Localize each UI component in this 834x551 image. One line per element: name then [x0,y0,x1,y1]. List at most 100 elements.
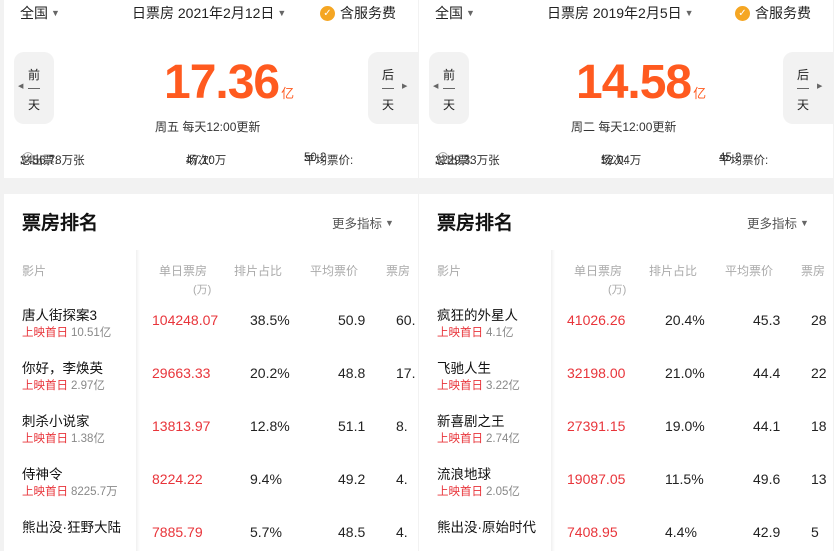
divider [443,88,455,89]
daily-box-office: 29663.33 [152,365,211,381]
box-office-share: 13 [811,471,827,487]
avg-price: 51.1 [338,418,366,434]
table-row[interactable]: 你好，李焕英 上映首日 2.97亿 29663.33 20.2% 48.8 17. [4,357,418,410]
next-day-label-bottom: 天 [796,98,809,112]
col-show-share[interactable]: 排片占比 [649,262,697,279]
release-first-day: 上映首日 3.22亿 [437,380,520,392]
table-row[interactable]: 疯狂的外星人 上映首日 4.1亿 41026.26 20.4% 45.3 28 [419,304,833,357]
col-box-office-share[interactable]: 票房 [386,262,410,279]
film-name: 侍神令 [22,467,63,482]
box-office-panel-2019: 全国 ▼ 日票房 2019年2月5日 ▼ ✓ 含服务费 前 ◀ 天 14.58 亿 周二… [419,0,833,551]
prev-day-button[interactable]: 前 ◀ 天 [429,52,469,124]
box-office-share: 4. [396,524,408,540]
avg-price: 48.8 [338,365,366,381]
avg-price: 42.9 [753,524,781,540]
divider [797,88,809,89]
col-daily-unit: (万) [193,284,212,296]
summary-card: 全国 ▼ 日票房 2021年2月12日 ▼ ✓ 含服务费 前 ◀ 天 17.36 亿 周… [4,0,418,178]
arrow-left-icon: ◀ [18,83,24,90]
table-row[interactable]: 唐人街探案3 上映首日 10.51亿 104248.07 38.5% 50.9 60. [4,304,418,357]
stats-row: 总出票: 3456.78万张 i 场次: 47.10万 平均票价: 50.2 [20,152,354,167]
avg-price: 50.9 [338,312,366,328]
date-selector[interactable]: 日票房 2019年2月5日 ▼ [547,3,694,23]
box-office-share: 18 [811,418,827,434]
service-fee-toggle[interactable]: ✓ 含服务费 [735,3,811,23]
box-office-panel-2021: 全国 ▼ 日票房 2021年2月12日 ▼ ✓ 含服务费 前 ◀ 天 17.36 亿 周… [4,0,418,551]
region-selector[interactable]: 全国 ▼ [435,3,475,23]
prev-day-label-top: 前 [27,68,40,82]
next-day-label-top: 后 [796,68,809,82]
table-row[interactable]: 侍神令 上映首日 8225.7万 8224.22 9.4% 49.2 4. [4,463,418,516]
show-share: 20.4% [665,312,705,328]
show-share: 21.0% [665,365,705,381]
daily-box-office: 7885.79 [152,524,203,540]
show-share: 12.8% [250,418,290,434]
col-avg-price[interactable]: 平均票价 [310,262,358,279]
table-row[interactable]: 流浪地球 上映首日 2.05亿 19087.05 11.5% 49.6 13 [419,463,833,516]
total-box-office: 14.58 亿 [576,56,707,109]
show-share: 4.4% [665,524,697,540]
arrow-left-icon: ◀ [433,83,439,90]
show-share: 9.4% [250,471,282,487]
film-name: 熊出没·狂野大陆 [22,520,121,535]
more-metrics-dropdown[interactable]: 更多指标 ▼ [332,213,394,232]
film-name: 流浪地球 [437,467,491,482]
table-row[interactable]: 熊出没·原始时代 7408.95 4.4% 42.9 5 [419,516,833,551]
table-row[interactable]: 熊出没·狂野大陆 7885.79 5.7% 48.5 4. [4,516,418,551]
daily-box-office: 41026.26 [567,312,626,328]
prev-day-label-bottom: 天 [27,98,40,112]
avg-price: 45.3 [753,312,781,328]
col-avg-price[interactable]: 平均票价 [725,262,773,279]
prev-day-label-bottom: 天 [442,98,455,112]
daily-box-office: 32198.00 [567,365,626,381]
more-metrics-dropdown[interactable]: 更多指标 ▼ [747,213,809,232]
avg-price: 49.6 [753,471,781,487]
date-selector[interactable]: 日票房 2021年2月12日 ▼ [132,3,286,23]
divider [28,88,40,89]
arrow-right-icon: ▶ [817,83,823,90]
info-icon[interactable]: i [23,152,33,162]
next-day-button[interactable]: 后 ▶ 天 [783,52,833,124]
next-day-button[interactable]: 后 ▶ 天 [368,52,418,124]
daily-box-office: 7408.95 [567,524,618,540]
ranking-title: 票房排名 [22,213,99,234]
daily-box-office: 27391.15 [567,418,626,434]
box-office-share: 28 [811,312,827,328]
col-daily-box-office[interactable]: 单日票房 [574,262,622,279]
col-daily-box-office[interactable]: 单日票房 [159,262,207,279]
col-film: 影片 [437,264,462,278]
box-office-share: 8. [396,418,408,434]
col-daily-unit: (万) [608,284,627,296]
col-film: 影片 [22,264,47,278]
table-row[interactable]: 飞驰人生 上映首日 3.22亿 32198.00 21.0% 44.4 22 [419,357,833,410]
avg-price: 49.2 [338,471,366,487]
caret-down-icon: ▼ [684,8,694,18]
show-share: 19.0% [665,418,705,434]
caret-down-icon: ▼ [385,218,394,228]
show-share: 20.2% [250,365,290,381]
release-first-day: 上映首日 1.38亿 [22,433,105,445]
show-share: 38.5% [250,312,290,328]
info-icon[interactable]: i [438,152,448,162]
avg-price: 44.4 [753,365,781,381]
film-name: 你好，李焕英 [22,361,103,376]
daily-box-office: 19087.05 [567,471,626,487]
prev-day-button[interactable]: 前 ◀ 天 [14,52,54,124]
service-fee-toggle[interactable]: ✓ 含服务费 [320,3,396,23]
table-row[interactable]: 新喜剧之王 上映首日 2.74亿 27391.15 19.0% 44.1 18 [419,410,833,463]
caret-down-icon: ▼ [277,8,287,18]
update-note: 周二 每天12:00更新 [571,120,677,134]
table-row[interactable]: 刺杀小说家 上映首日 1.38亿 13813.97 12.8% 51.1 8. [4,410,418,463]
film-name: 唐人街探案3 [22,308,98,323]
show-share: 11.5% [665,471,704,487]
daily-box-office: 104248.07 [152,312,219,328]
daily-box-office: 8224.22 [152,471,203,487]
box-office-share: 22 [811,365,827,381]
release-first-day: 上映首日 4.1亿 [437,327,514,339]
box-office-share: 60. [396,312,416,328]
col-show-share[interactable]: 排片占比 [234,262,282,279]
total-box-office: 17.36 亿 [164,56,295,109]
region-selector[interactable]: 全国 ▼ [20,3,60,23]
col-box-office-share[interactable]: 票房 [801,262,825,279]
ranking-section: 票房排名 更多指标 ▼ 影片 单日票房 (万) 排片占比 平均票价 票房 唐人街探… [4,194,418,551]
